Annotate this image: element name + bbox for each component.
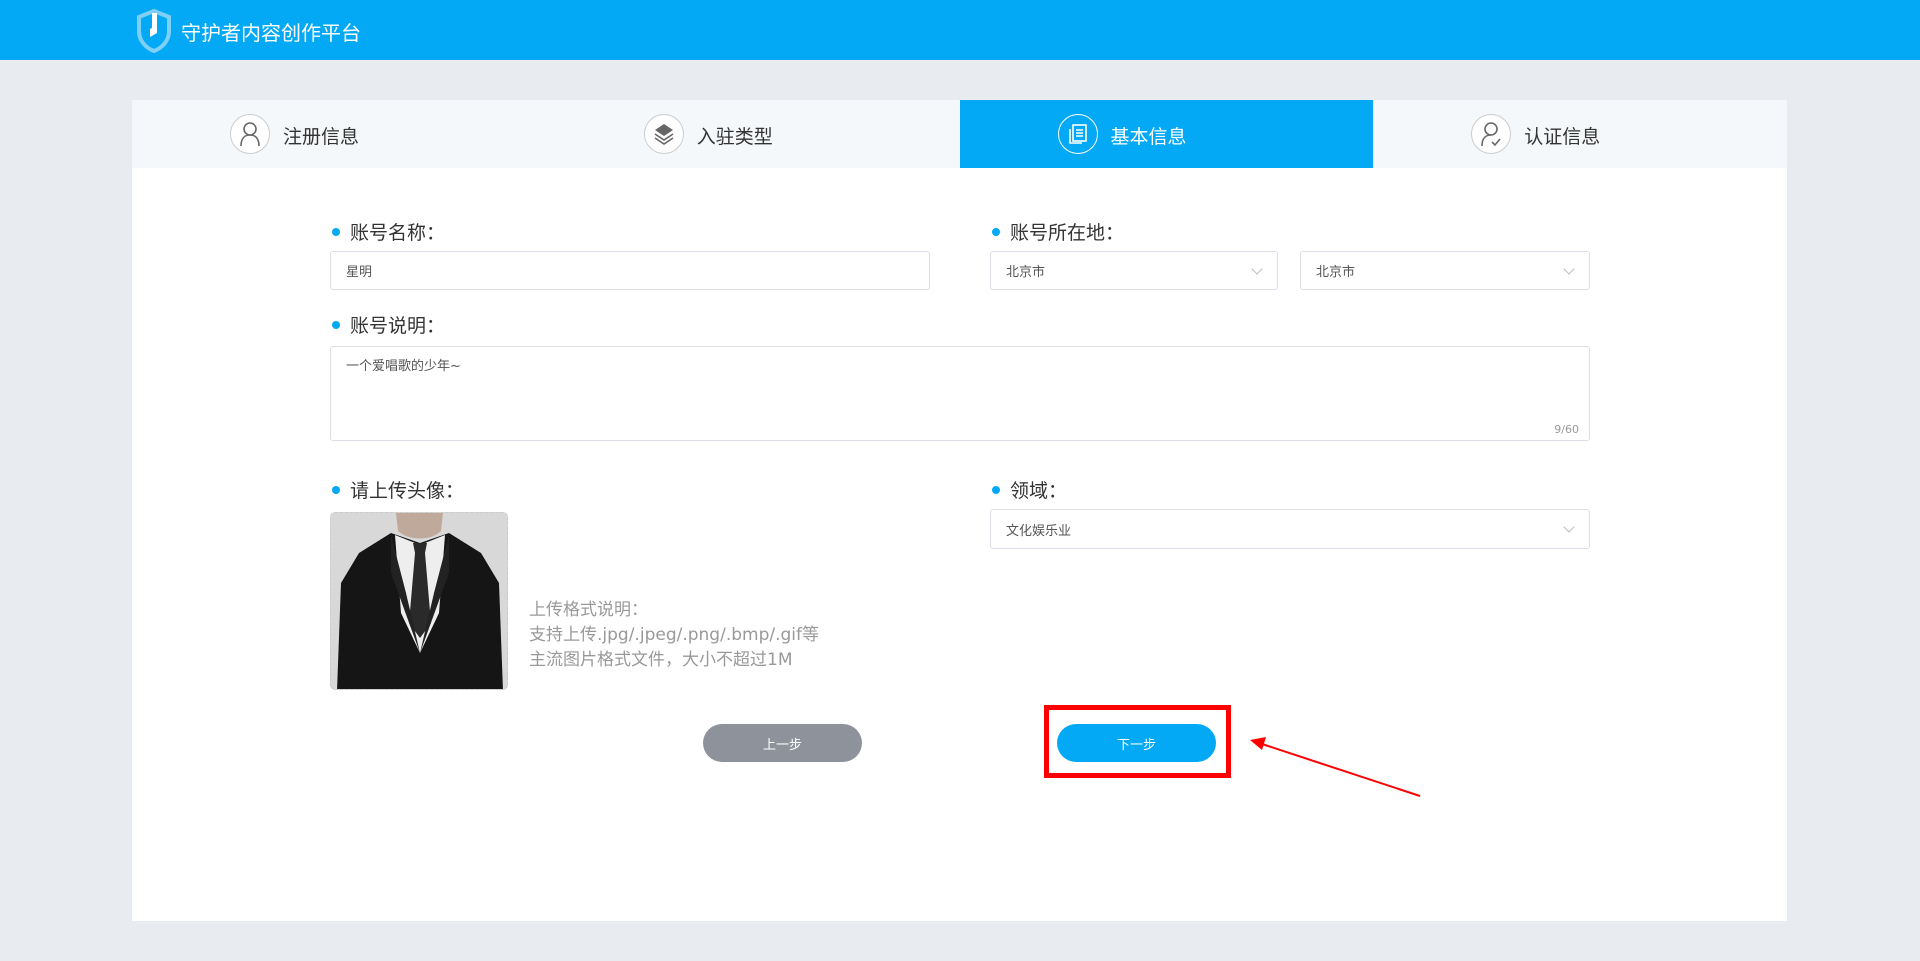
arrow-head-icon [1250,737,1266,750]
annotation-arrow [1250,737,1421,797]
arrow-line [1261,743,1421,797]
